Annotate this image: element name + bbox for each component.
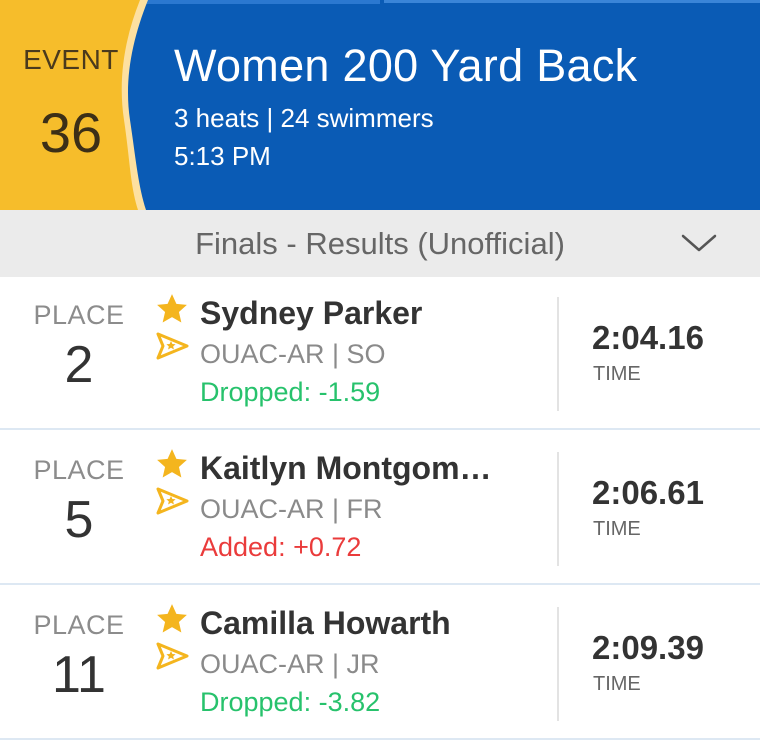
star-icon[interactable]: [155, 447, 189, 481]
swim-time: 2:04.16: [592, 319, 704, 356]
star-icon[interactable]: [155, 292, 189, 326]
team-badge-icon: [156, 642, 189, 670]
event-number: 36: [39, 101, 103, 164]
time-change: Dropped: -3.82: [200, 687, 381, 717]
swim-time: 2:06.61: [592, 474, 704, 511]
time-change: Dropped: -1.59: [200, 377, 381, 407]
event-results-screen: EVENT 36 Women 200 Yard Back 3 heats | 2…: [0, 0, 760, 747]
place-label: PLACE: [33, 610, 125, 640]
swimmer-name[interactable]: Kaitlyn Montgom…: [200, 450, 492, 487]
place-number: 11: [52, 646, 106, 704]
swim-time: 2:09.39: [592, 629, 704, 666]
place-number: 2: [64, 336, 94, 394]
place-label: PLACE: [33, 455, 125, 485]
star-icon[interactable]: [155, 602, 189, 636]
place-label: PLACE: [33, 300, 125, 330]
event-heats-swimmers: 3 heats | 24 swimmers: [174, 103, 434, 133]
time-change: Added: +0.72: [200, 532, 362, 562]
event-label: EVENT: [23, 44, 119, 75]
event-title: Women 200 Yard Back: [174, 40, 638, 91]
results-section-toggle[interactable]: Finals - Results (Unofficial): [0, 210, 760, 277]
time-label: TIME: [593, 363, 641, 385]
chevron-down-icon[interactable]: [681, 232, 717, 254]
team-class: OUAC-AR | FR: [200, 494, 383, 524]
result-row[interactable]: PLACE 2 Sydney Parker OUAC-AR | SO Dropp…: [0, 277, 760, 430]
swimmer-name[interactable]: Sydney Parker: [200, 295, 422, 332]
place-number: 5: [64, 491, 94, 549]
row-divider: [557, 452, 559, 566]
swimmer-name[interactable]: Camilla Howarth: [200, 605, 451, 642]
row-divider: [557, 607, 559, 721]
header-top-accent-right: [384, 0, 760, 3]
event-start-time: 5:13 PM: [174, 141, 271, 171]
team-class: OUAC-AR | JR: [200, 649, 380, 679]
event-number-badge: EVENT 36: [0, 0, 160, 210]
team-badge-icon: [156, 487, 189, 515]
result-row[interactable]: PLACE 5 Kaitlyn Montgom… OUAC-AR | FR Ad…: [0, 432, 760, 585]
result-row[interactable]: PLACE 11 Camilla Howarth OUAC-AR | JR Dr…: [0, 587, 760, 740]
event-header: EVENT 36 Women 200 Yard Back 3 heats | 2…: [0, 0, 760, 210]
time-label: TIME: [593, 673, 641, 695]
team-class: OUAC-AR | SO: [200, 339, 386, 369]
results-section-title: Finals - Results (Unofficial): [195, 226, 565, 261]
team-badge-icon: [156, 332, 189, 360]
time-label: TIME: [593, 518, 641, 540]
row-divider: [557, 297, 559, 411]
